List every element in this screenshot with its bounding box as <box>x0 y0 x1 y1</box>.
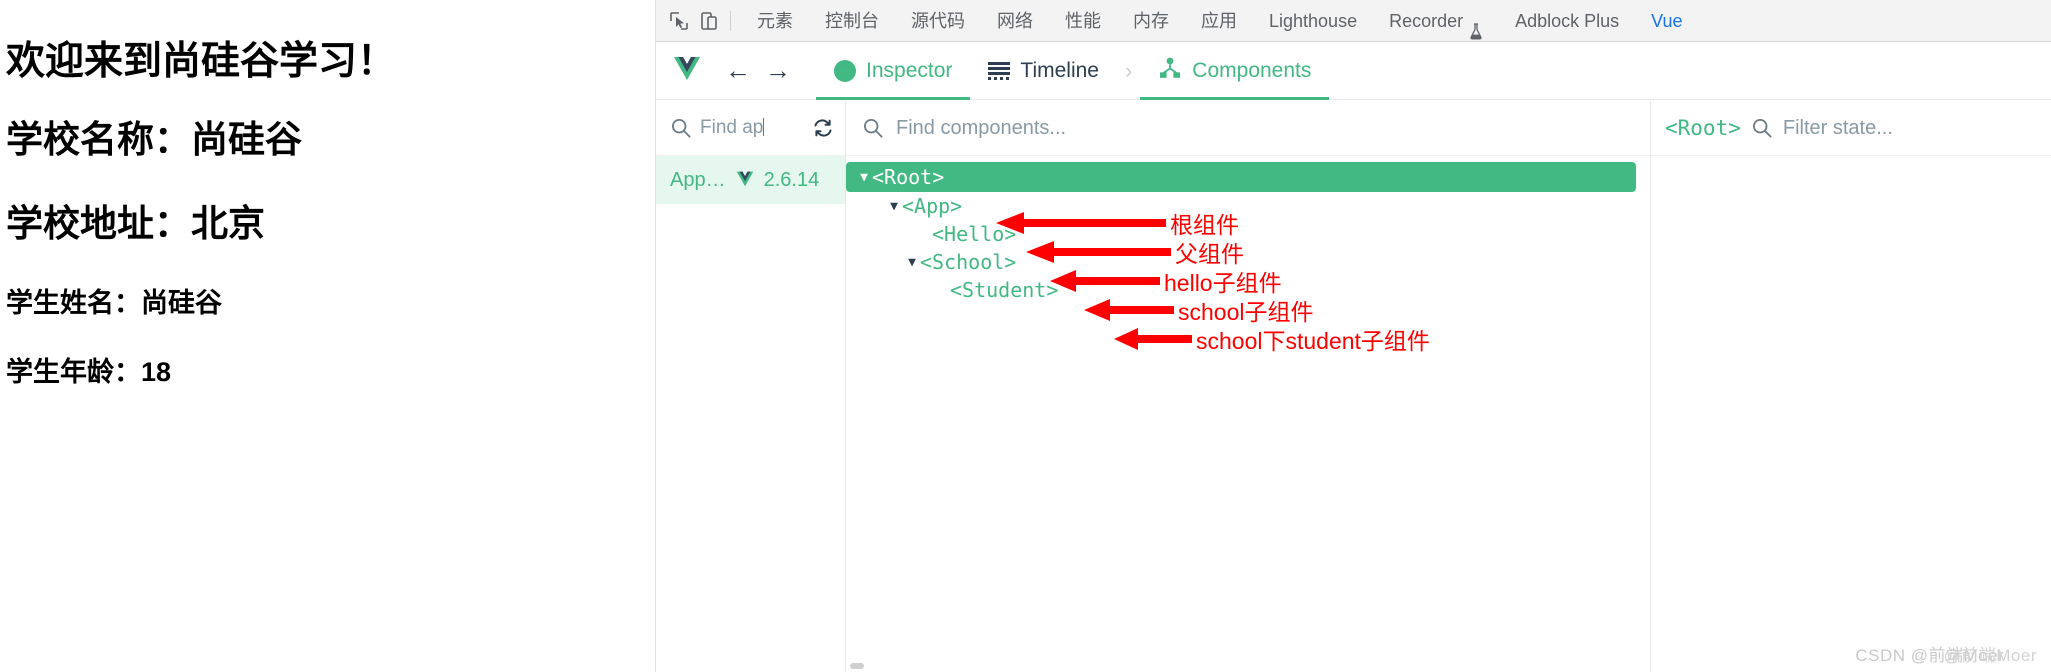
search-icon <box>1751 117 1773 139</box>
inspect-element-icon[interactable] <box>664 6 694 36</box>
chevron-down-icon[interactable]: ▼ <box>856 171 872 184</box>
tree-node-label: <Student> <box>950 278 1059 302</box>
tab-inspector-label: Inspector <box>866 58 953 82</box>
page-text-school-name: 学校名称：尚硅谷 <box>6 118 302 160</box>
tree-node-hello[interactable]: <Hello> <box>846 220 1650 248</box>
text-caret <box>763 118 765 136</box>
page-text-school-address: 学校地址：北京 <box>6 203 265 245</box>
tab-lighthouse[interactable]: Lighthouse <box>1253 0 1373 41</box>
app-name: App… <box>670 168 726 191</box>
tab-inspector[interactable]: Inspector <box>816 42 971 100</box>
app-selector-column: Find ap App… 2.6.14 <box>656 101 846 672</box>
tab-vue[interactable]: Vue <box>1635 0 1698 41</box>
tab-components-label: Components <box>1192 58 1312 82</box>
csdn-watermark: CSDN @前端Moer @前端Moer <box>1855 641 2037 666</box>
vue-devtools-header: ← → Inspector Timeline › Components <box>656 42 2051 100</box>
tab-console[interactable]: 控制台 <box>809 0 895 41</box>
vue-logo-icon-small <box>734 171 756 190</box>
app-search-row[interactable]: Find ap <box>656 101 845 156</box>
tab-timeline-label: Timeline <box>1020 58 1099 82</box>
tab-components[interactable]: Components <box>1140 42 1330 100</box>
rendered-page-pane: 欢迎来到尚硅谷学习！ 学校名称：尚硅谷 学校地址：北京 学生姓名：尚硅谷 学生年… <box>0 0 655 672</box>
app-list-item-selected[interactable]: App… 2.6.14 <box>656 156 845 204</box>
chevron-down-icon[interactable]: ▼ <box>904 256 920 269</box>
toolbar-divider <box>730 10 731 31</box>
annotation-student: school下student子组件 <box>1114 322 1430 356</box>
devtools-tabbar: 元素 控制台 源代码 网络 性能 内存 应用 Lighthouse Record… <box>656 0 2051 42</box>
component-tree-icon <box>1158 57 1182 85</box>
state-filter-input[interactable]: Filter state... <box>1783 117 1893 140</box>
tab-memory[interactable]: 内存 <box>1117 0 1185 41</box>
horizontal-scrollbar[interactable] <box>850 663 864 669</box>
screenshot-root: 欢迎来到尚硅谷学习！ 学校名称：尚硅谷 学校地址：北京 学生姓名：尚硅谷 学生年… <box>0 0 2051 672</box>
timeline-icon <box>988 61 1011 80</box>
state-header-row: <Root> Filter state... <box>1651 101 2051 156</box>
selected-component-tag: <Root> <box>1665 116 1741 140</box>
annotation-arrow-icon <box>1114 328 1192 350</box>
nav-forward-icon[interactable]: → <box>758 51 798 91</box>
compass-icon <box>834 59 856 82</box>
watermark-brand: CSDN <box>1855 646 1906 665</box>
vue-logo-icon <box>670 56 704 86</box>
tab-recorder-label: Recorder <box>1389 10 1464 31</box>
tab-network[interactable]: 网络 <box>981 0 1049 41</box>
tab-timeline[interactable]: Timeline <box>970 42 1117 100</box>
nav-back-icon[interactable]: ← <box>718 51 758 91</box>
page-heading-welcome: 欢迎来到尚硅谷学习！ <box>6 40 397 83</box>
app-search-input[interactable]: Find ap <box>700 117 803 139</box>
tab-sources[interactable]: 源代码 <box>895 0 981 41</box>
component-search-input[interactable]: Find components... <box>896 117 1066 140</box>
tree-node-school[interactable]: ▼ <School> <box>846 248 1650 276</box>
device-toolbar-icon[interactable] <box>694 6 724 36</box>
vue-devtools-body: Find ap App… 2.6.14 Find components... ▼… <box>656 101 2051 672</box>
search-icon <box>670 117 692 139</box>
component-state-column: <Root> Filter state... <box>1651 101 2051 672</box>
annotation-text: school下student子组件 <box>1196 328 1430 354</box>
page-text-student-age: 学生年龄：18 <box>6 356 172 387</box>
page-text-student-name: 学生姓名：尚硅谷 <box>6 287 222 318</box>
tree-node-root[interactable]: ▼ <Root> <box>846 162 1636 192</box>
tab-inspector-underline <box>816 96 971 100</box>
tree-node-label: <School> <box>920 250 1017 274</box>
tree-node-student[interactable]: <Student> <box>846 276 1650 304</box>
tab-performance[interactable]: 性能 <box>1049 0 1117 41</box>
chevron-down-icon[interactable]: ▼ <box>886 200 902 213</box>
app-search-placeholder: Find ap <box>700 117 764 138</box>
devtools-panel: 元素 控制台 源代码 网络 性能 内存 应用 Lighthouse Record… <box>655 0 2051 672</box>
component-tree-column: Find components... ▼ <Root> ▼ <App> <Hel… <box>846 101 1651 672</box>
flask-icon <box>1469 13 1483 39</box>
tab-application[interactable]: 应用 <box>1185 0 1253 41</box>
watermark-user-overlap: @前端Moer <box>1943 646 2037 665</box>
search-icon <box>862 117 884 139</box>
tree-node-app[interactable]: ▼ <App> <box>846 192 1650 220</box>
component-search-row[interactable]: Find components... <box>846 101 1650 156</box>
tree-node-label: <Root> <box>872 165 945 189</box>
tab-adblock-plus[interactable]: Adblock Plus <box>1499 0 1635 41</box>
tab-recorder[interactable]: Recorder <box>1373 0 1499 41</box>
chevron-right-icon: › <box>1124 57 1133 83</box>
tab-components-underline <box>1140 96 1330 100</box>
app-version: 2.6.14 <box>763 168 820 191</box>
tree-node-label: <App> <box>902 194 963 218</box>
component-tree-area: ▼ <Root> ▼ <App> <Hello> ▼ <School> <Stu… <box>846 156 1650 672</box>
tree-node-label: <Hello> <box>932 222 1017 246</box>
tab-elements[interactable]: 元素 <box>741 0 809 41</box>
refresh-icon[interactable] <box>811 116 835 140</box>
